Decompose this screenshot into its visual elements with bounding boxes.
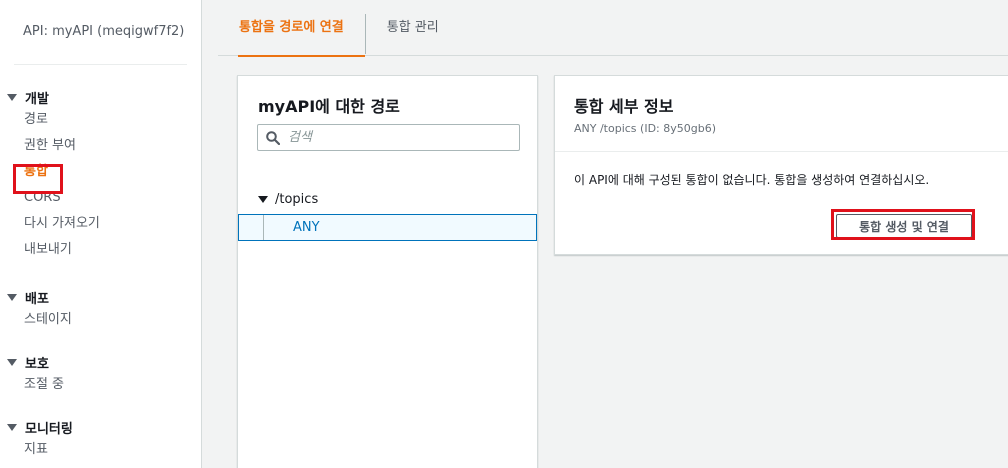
search-box — [257, 124, 520, 151]
sidebar-item-routes[interactable]: 경로 — [0, 107, 200, 133]
section-monitor: 모니터링 지표 — [0, 417, 200, 463]
search-icon — [266, 130, 280, 145]
route-path: /topics — [275, 192, 319, 207]
sidebar-item-integrations[interactable]: 통합 — [0, 159, 200, 185]
section-deploy: 배포 스테이지 — [0, 287, 200, 333]
sidebar-item-cors[interactable]: CORS — [0, 185, 200, 211]
create-and-attach-button[interactable]: 통합 생성 및 연결 — [836, 214, 972, 238]
caret-down-icon — [258, 196, 268, 203]
section-title: 배포 — [25, 291, 49, 307]
section-develop: 개발 경로 권한 부여 통합 CORS 다시 가져오기 내보내기 — [0, 87, 200, 263]
caret-down-icon — [7, 423, 17, 431]
caret-down-icon — [7, 93, 17, 101]
section-title: 개발 — [25, 91, 49, 107]
empty-state-message: 이 API에 대해 구성된 통합이 없습니다. 통합을 생성하여 연결하십시오. — [574, 173, 930, 187]
caret-down-icon — [7, 358, 17, 366]
details-subtitle: ANY /topics (ID: 8y50gb6) — [574, 122, 717, 135]
route-tree-node[interactable]: /topics — [258, 192, 318, 207]
section-header-monitor[interactable]: 모니터링 — [0, 417, 200, 437]
section-header-deploy[interactable]: 배포 — [0, 287, 200, 307]
section-title: 모니터링 — [25, 421, 73, 437]
section-title: 보호 — [25, 356, 49, 372]
integration-details-panel: 통합 세부 정보 ANY /topics (ID: 8y50gb6) 이 API… — [554, 75, 1008, 255]
section-protect: 보호 조절 중 — [0, 352, 200, 398]
details-divider — [555, 151, 1008, 152]
sidebar-item-throttling[interactable]: 조절 중 — [0, 372, 200, 398]
route-method-label: ANY — [293, 220, 320, 235]
section-header-protect[interactable]: 보호 — [0, 352, 200, 372]
tree-guide-line — [263, 215, 264, 240]
routes-panel: myAPI에 대한 경로 /topics ANY — [237, 75, 538, 468]
sidebar: API: myAPI (meqigwf7f2) 개발 경로 권한 부여 통합 C… — [0, 0, 202, 468]
sidebar-item-stages[interactable]: 스테이지 — [0, 307, 200, 333]
tab-bar: 통합을 경로에 연결 통합 관리 — [218, 0, 1008, 57]
api-name: API: myAPI (meqigwf7f2) — [23, 24, 185, 39]
route-method-item[interactable]: ANY — [238, 214, 537, 241]
sidebar-item-authorization[interactable]: 권한 부여 — [0, 133, 200, 159]
sidebar-item-metrics[interactable]: 지표 — [0, 437, 200, 463]
search-input[interactable] — [288, 130, 508, 145]
details-title: 통합 세부 정보 — [574, 97, 674, 116]
tab-attach-integrations[interactable]: 통합을 경로에 연결 — [218, 0, 365, 57]
caret-down-icon — [7, 293, 17, 301]
sidebar-item-reimport[interactable]: 다시 가져오기 — [0, 211, 200, 237]
tab-manage-integrations[interactable]: 통합 관리 — [366, 0, 460, 56]
section-header-develop[interactable]: 개발 — [0, 87, 200, 107]
sidebar-divider — [14, 64, 187, 65]
sidebar-item-export[interactable]: 내보내기 — [0, 237, 200, 263]
routes-panel-title: myAPI에 대한 경로 — [258, 97, 400, 116]
